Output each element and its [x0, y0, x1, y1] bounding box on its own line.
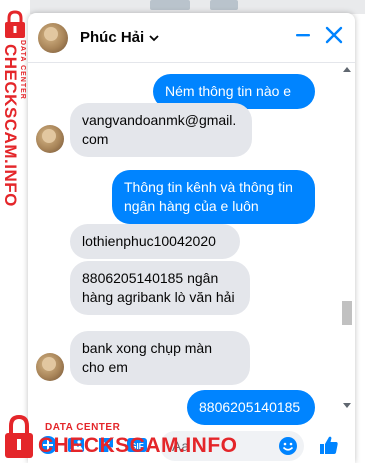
chat-window: Phúc Hải Ném thông tin nào e vangvandoan…: [28, 13, 355, 463]
chat-header[interactable]: Phúc Hải: [28, 13, 355, 63]
chevron-down-icon[interactable]: [148, 32, 160, 44]
contact-avatar-small[interactable]: [36, 125, 64, 153]
watermark-main-text: CHECKSCAM.INFO: [38, 434, 238, 457]
message-list[interactable]: Ném thông tin nào e vangvandoanmk@gmail.…: [28, 63, 355, 428]
thumbs-up-icon[interactable]: [318, 434, 340, 456]
watermark-bottom: DATA CENTER CHECKSCAM.INFO: [2, 414, 237, 460]
watermark-small-text: DATA CENTER: [45, 422, 121, 433]
close-icon[interactable]: [325, 26, 343, 49]
message-bubble-incoming[interactable]: 8806205140185 ngân hàng agribank lò văn …: [70, 261, 250, 315]
scroll-down-arrow[interactable]: [343, 403, 351, 408]
contact-avatar[interactable]: [38, 22, 68, 53]
message-bubble-incoming[interactable]: lothienphuc10042020: [70, 224, 240, 259]
watermark-small-text: DATA CENTER: [19, 40, 26, 100]
scroll-up-arrow[interactable]: [343, 67, 351, 72]
minimize-icon[interactable]: [295, 27, 311, 48]
watermark-left: DATA CENTER CHECKSCAM.INFO: [0, 10, 30, 207]
scrollbar-thumb[interactable]: [342, 301, 352, 325]
message-bubble-incoming[interactable]: vangvandoanmk@gmail.com: [70, 103, 252, 157]
message-bubble-outgoing[interactable]: Thông tin kênh và thông tin ngân hàng củ…: [112, 170, 315, 224]
lock-icon: [5, 414, 33, 458]
contact-avatar-small[interactable]: [36, 353, 64, 381]
emoji-icon[interactable]: [278, 436, 298, 456]
contact-name[interactable]: Phúc Hải: [80, 29, 144, 46]
message-bubble-incoming[interactable]: bank xong chụp màn cho em: [70, 331, 250, 385]
background-top-bar: [0, 0, 365, 14]
lock-icon: [5, 10, 25, 38]
watermark-main-text: CHECKSCAM.INFO: [1, 44, 20, 207]
